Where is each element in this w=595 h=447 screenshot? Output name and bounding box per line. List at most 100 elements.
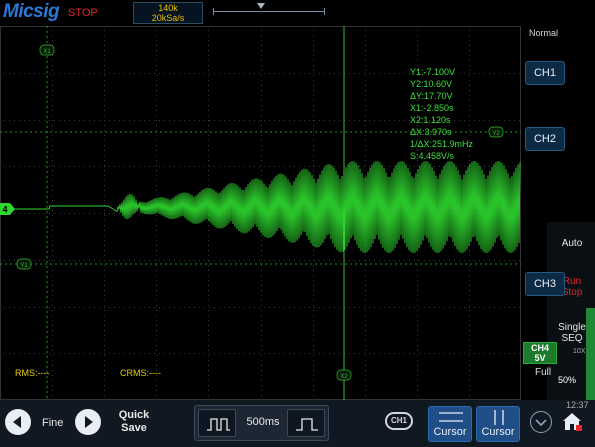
grid-dot xyxy=(89,307,90,308)
grid-dot xyxy=(156,245,157,246)
cursor-y1-tag[interactable]: Y1 xyxy=(16,258,32,270)
grid-dot xyxy=(104,200,105,201)
timebase-increase-button[interactable] xyxy=(287,409,325,437)
grid-dot xyxy=(365,120,366,121)
grid-dot xyxy=(52,35,53,36)
grid-dot xyxy=(114,166,115,167)
timebase-decrease-button[interactable] xyxy=(198,409,236,437)
grid-dot xyxy=(359,307,360,308)
grid-dot xyxy=(324,166,325,167)
grid-dot xyxy=(164,260,165,261)
acquisition-info[interactable]: 140k 20kSa/s xyxy=(133,2,203,24)
trigger-mode-label[interactable]: Normal xyxy=(529,28,558,38)
timebase-value[interactable]: 500ms xyxy=(243,416,283,428)
expand-menu-button[interactable] xyxy=(530,411,552,433)
increase-button[interactable] xyxy=(75,409,101,435)
grid-dot xyxy=(394,120,395,121)
grid-dot xyxy=(156,40,157,41)
grid-dot xyxy=(239,73,240,74)
cursor-x2-tag[interactable]: X2 xyxy=(336,369,352,381)
quick-save-button[interactable]: Quick Save xyxy=(114,405,154,441)
grid-dot xyxy=(89,213,90,214)
grid-dot xyxy=(229,307,230,308)
grid-dot xyxy=(379,260,380,261)
home-button[interactable] xyxy=(561,410,583,434)
ch1-button[interactable]: CH1 xyxy=(525,61,565,85)
grid-dot xyxy=(52,180,53,181)
grid-dot xyxy=(365,75,366,76)
grid-dot xyxy=(179,353,180,354)
ch2-button[interactable]: CH2 xyxy=(525,127,565,151)
grid-dot xyxy=(417,265,418,266)
cursor-y2-tag[interactable]: Y2 xyxy=(488,126,504,138)
grid-dot xyxy=(156,330,157,331)
cursor-readout-panel: Y1:-7.100V Y2:10.60V ΔY:17.70V X1:-2.850… xyxy=(410,66,473,162)
grid-dot xyxy=(74,260,75,261)
bandwidth-label: Full xyxy=(535,367,552,378)
grid-dot xyxy=(313,260,314,261)
grid-dot xyxy=(156,305,157,306)
grid-dot xyxy=(509,166,510,167)
vertical-cursor-button[interactable]: Cursor xyxy=(476,406,520,442)
ch4-level-marker[interactable]: 4 xyxy=(0,203,15,215)
grid-dot xyxy=(144,120,145,121)
grid-dot xyxy=(94,260,95,261)
cursor-x1-tag[interactable]: X1 xyxy=(39,44,55,56)
grid-dot xyxy=(261,330,262,331)
grid-dot xyxy=(104,365,105,366)
grid-dot xyxy=(334,260,335,261)
grid-dot xyxy=(54,213,55,214)
fine-adjust-label[interactable]: Fine xyxy=(42,417,63,429)
grid-dot xyxy=(417,355,418,356)
grid-dot xyxy=(209,73,210,74)
grid-dot xyxy=(394,73,395,74)
grid-dot xyxy=(104,115,105,116)
grid-dot xyxy=(279,166,280,167)
grid-dot xyxy=(313,140,314,141)
grid-dot xyxy=(104,295,105,296)
grid-dot xyxy=(29,120,30,121)
horizontal-cursor-button[interactable]: Cursor xyxy=(428,406,472,442)
grid-dot xyxy=(294,166,295,167)
grid-dot xyxy=(365,300,366,301)
grid-dot xyxy=(274,260,275,261)
grid-dot xyxy=(454,307,455,308)
grid-dot xyxy=(156,290,157,291)
grid-dot xyxy=(484,120,485,121)
ch3-button[interactable]: CH3 xyxy=(525,272,565,296)
grid-dot xyxy=(59,353,60,354)
decrease-button[interactable] xyxy=(5,409,31,435)
grid-dot xyxy=(49,307,50,308)
grid-dot xyxy=(208,155,209,156)
grid-dot xyxy=(264,353,265,354)
grid-dot xyxy=(309,353,310,354)
grid-dot xyxy=(156,335,157,336)
grid-dot xyxy=(208,285,209,286)
grid-dot xyxy=(208,235,209,236)
grid-dot xyxy=(261,160,262,161)
waveform-display[interactable]: X1 X2 Y1 Y2 4 Y1:-7.100V Y2:10.60V ΔY:17.70V… xyxy=(0,26,521,400)
grid-dot xyxy=(474,353,475,354)
grid-dot xyxy=(313,160,314,161)
auto-button[interactable]: Auto xyxy=(548,238,595,249)
grid-dot xyxy=(164,307,165,308)
grid-dot xyxy=(104,90,105,91)
grid-dot xyxy=(489,166,490,167)
grid-dot xyxy=(124,166,125,167)
grid-dot xyxy=(284,260,285,261)
grid-dot xyxy=(104,255,105,256)
grid-dot xyxy=(379,307,380,308)
grid-dot xyxy=(365,385,366,386)
cursor-source-button[interactable]: CH1 xyxy=(385,412,413,430)
ch4-button[interactable]: CH4 5V xyxy=(523,342,557,364)
grid-dot xyxy=(104,140,105,141)
grid-dot xyxy=(208,325,209,326)
grid-dot xyxy=(469,360,470,361)
grid-dot xyxy=(229,166,230,167)
grid-dot xyxy=(204,120,205,121)
ch4-side-strip[interactable] xyxy=(586,308,595,400)
grid-dot xyxy=(469,370,470,371)
readout-x2: X2:1.120s xyxy=(410,115,451,125)
brightness-label[interactable]: 50% xyxy=(558,375,576,385)
grid-dot xyxy=(364,120,365,121)
